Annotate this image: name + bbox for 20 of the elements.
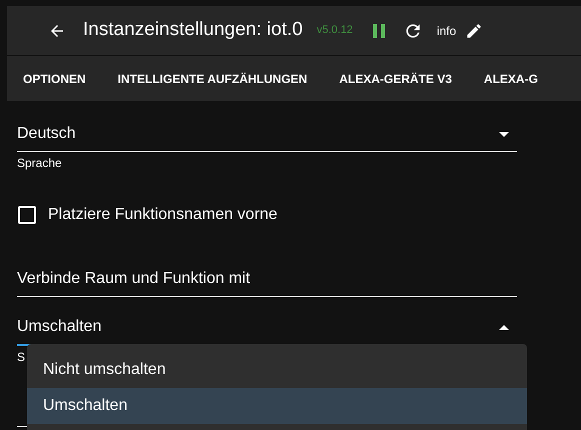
pencil-icon — [465, 22, 484, 40]
checkbox[interactable] — [18, 206, 36, 224]
helper-text: Sprache — [17, 156, 63, 170]
select-field[interactable]: Deutsch — [17, 122, 517, 152]
menu-item[interactable]: Umschalten — [27, 388, 527, 424]
tab[interactable]: ALEXA-GERÄTE V3 — [339, 56, 452, 101]
caret-icon — [499, 132, 509, 136]
pause-button[interactable] — [370, 22, 387, 40]
tab[interactable]: OPTIONEN — [23, 56, 86, 101]
menu-item[interactable]: Nicht umschalten — [27, 352, 527, 388]
text-field[interactable]: Verbinde Raum und Funktion mit — [17, 267, 517, 297]
checkbox-label: Platziere Funktionsnamen vorne — [48, 205, 278, 225]
info-button[interactable]: info — [436, 22, 456, 40]
tab[interactable]: INTELLIGENTE AUFZÄHLUNGEN — [118, 56, 308, 101]
tab[interactable]: ALEXA-G — [484, 56, 538, 101]
pause-icon — [372, 24, 386, 38]
helper-text: S — [17, 350, 26, 364]
window-title: Instanzeinstellungen: iot.0 — [83, 18, 303, 42]
caret-icon — [499, 324, 509, 330]
version-label: v5.0.12 — [316, 23, 353, 38]
